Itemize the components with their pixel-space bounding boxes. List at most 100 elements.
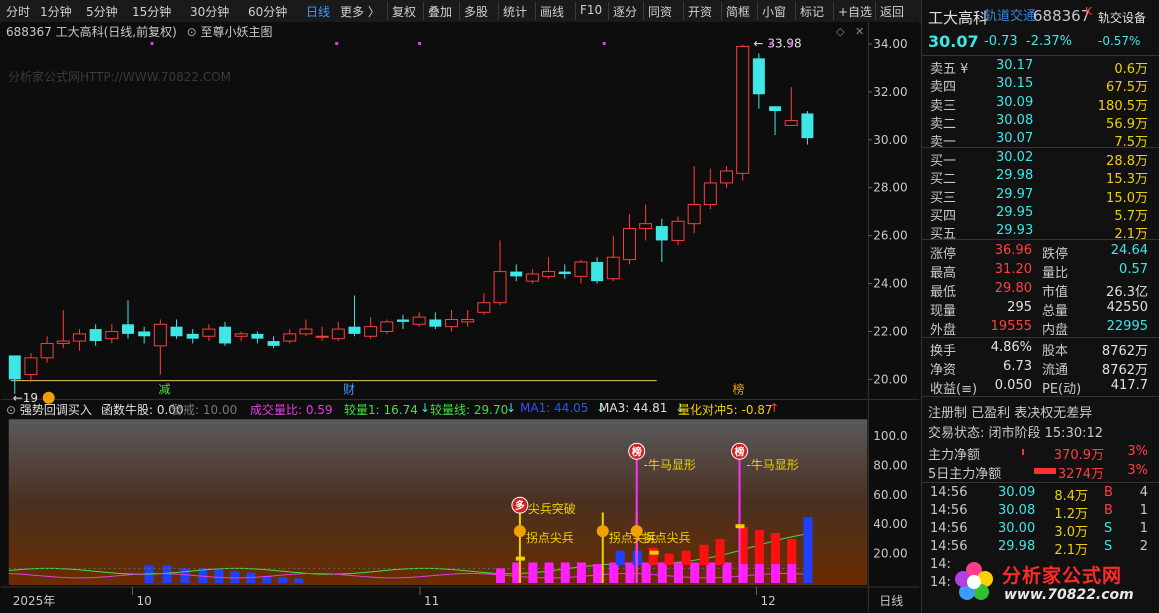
- indicator-bar: [593, 563, 603, 584]
- template-name[interactable]: 至尊小妖主图: [201, 25, 273, 39]
- toolbar-item[interactable]: 返回: [880, 3, 904, 20]
- toolbar-item[interactable]: 15分钟: [132, 3, 171, 20]
- sector-name[interactable]: 轨交设备: [1098, 9, 1146, 26]
- ask-price: 30.09: [996, 94, 1034, 110]
- ask-volume: 180.5万: [1097, 98, 1148, 114]
- indicator-header: ⊙ 强势回调买入 函数牛股: 0.00 警戒: 10.00 成交量比: 0.59 较量…: [6, 401, 779, 418]
- candle-body: [703, 182, 717, 205]
- stat-label: 市值: [1042, 285, 1069, 300]
- toolbar-separator: [423, 2, 424, 20]
- indicator-bar: [664, 553, 674, 565]
- stat-value: 22995: [1106, 319, 1148, 334]
- template-dropdown-icon[interactable]: ⊙: [187, 25, 197, 39]
- candle-body: [784, 120, 798, 126]
- kline-chart[interactable]: 100.080.0060.0040.0020.00榜 榜多-牛马显形 -牛马显形尖兵…: [0, 22, 920, 612]
- indicator-dropdown-icon[interactable]: ⊙: [6, 403, 16, 417]
- stat-value: 36.96: [994, 243, 1032, 258]
- toolbar-item[interactable]: 日线: [306, 3, 330, 20]
- netflow-label[interactable]: 5日主力净额: [928, 463, 1001, 482]
- diamond-icon[interactable]: ◇: [836, 25, 844, 38]
- stat-value: 8762万: [1101, 363, 1148, 378]
- toolbar-item[interactable]: 5分钟: [86, 3, 118, 20]
- toolbar-item[interactable]: 复权: [392, 3, 416, 20]
- marker-cai: 财: [343, 382, 355, 396]
- close-icon[interactable]: ✕: [855, 25, 864, 38]
- quote-code: 688367: [1033, 7, 1091, 25]
- candle-body: [234, 333, 248, 337]
- indicator-bar: [722, 562, 732, 584]
- stat-label: 现量: [930, 304, 957, 319]
- stat-label: 涨停: [930, 247, 957, 262]
- tick-price: 30.00: [998, 521, 1036, 536]
- indicator-bar: [754, 530, 764, 564]
- stat-value: 0.57: [1119, 262, 1148, 277]
- netflow-label[interactable]: 主力净额: [928, 444, 980, 463]
- indicator-bar: [715, 538, 725, 565]
- toolbar-item[interactable]: 多股: [464, 3, 488, 20]
- candle-body: [72, 333, 86, 342]
- bid-row: 买四 29.95 5.7万: [922, 205, 1159, 224]
- stat-value: 417.7: [1110, 378, 1148, 393]
- candle-body: [364, 326, 378, 337]
- period-label: 日线: [879, 594, 903, 608]
- candle-body: [461, 318, 475, 323]
- candle-body: [105, 330, 119, 340]
- toolbar-item[interactable]: F10: [580, 3, 602, 17]
- stat-value: 8762万: [1101, 344, 1148, 359]
- stat-value: 42550: [1106, 300, 1148, 315]
- candle-body: [429, 319, 442, 327]
- toolbar-item[interactable]: 1分钟: [40, 3, 72, 20]
- ask-label: 卖二: [930, 116, 957, 132]
- toolbar-item[interactable]: +自选: [838, 3, 872, 20]
- bid-price: 29.98: [996, 168, 1034, 184]
- toolbar-item[interactable]: 小窗: [762, 3, 786, 20]
- chart-title: 688367 工大高科(日线,前复权) ⊙ 至尊小妖主图: [6, 23, 273, 40]
- indicator-bar: [657, 562, 667, 584]
- tick-price: 29.98: [998, 539, 1036, 554]
- indicator-axis-label: 100.0: [873, 429, 907, 443]
- bid-label: 买四: [930, 208, 957, 224]
- toolbar-item[interactable]: 同资: [648, 3, 672, 20]
- tick-count: 1: [1139, 521, 1148, 536]
- candle-body: [687, 203, 701, 225]
- toolbar-item[interactable]: 画线: [540, 3, 564, 20]
- toolbar-item[interactable]: 标记: [800, 3, 824, 20]
- netflow-pct: 3%: [1127, 463, 1148, 478]
- candle-body: [89, 329, 102, 342]
- high-price-label: ← 33.98: [754, 36, 802, 50]
- toolbar-item[interactable]: 30分钟: [190, 3, 229, 20]
- signal-dot: [789, 41, 793, 45]
- candle-body: [331, 328, 345, 340]
- toolbar-item[interactable]: 叠加: [428, 3, 452, 20]
- candle-body: [138, 331, 151, 337]
- tick-price: 30.09: [998, 485, 1036, 500]
- toolbar-item[interactable]: 开资: [688, 3, 712, 20]
- ask-price: 30.08: [996, 112, 1034, 128]
- candle-body: [769, 106, 782, 112]
- candle-body: [736, 45, 750, 174]
- stat-value: 0.050: [994, 378, 1032, 393]
- candle-body: [510, 271, 523, 277]
- candle-body: [315, 335, 329, 338]
- stat-value: 19555: [990, 319, 1032, 334]
- toolbar-separator: [387, 2, 388, 20]
- ask-label: 卖三: [930, 98, 957, 114]
- indicator-name[interactable]: 强势回调买入: [20, 403, 92, 417]
- stat-label: PE(动): [1042, 382, 1082, 397]
- candle-body: [622, 227, 636, 261]
- indicator-axis-label: 80.00: [873, 458, 907, 472]
- toolbar-item[interactable]: 更多 〉: [340, 3, 380, 20]
- candle-body: [412, 316, 426, 325]
- toolbar-item[interactable]: 逐分: [613, 3, 637, 20]
- toolbar-item[interactable]: 统计: [503, 3, 527, 20]
- candle-body: [493, 271, 507, 304]
- quote-change-pct: -2.37%: [1026, 34, 1072, 49]
- candle-body: [542, 271, 556, 277]
- candle-body: [671, 220, 685, 241]
- toolbar-item[interactable]: 分时: [6, 3, 30, 20]
- toolbar-item[interactable]: 简框: [726, 3, 750, 20]
- quote-panel: 工大高科 轨道交通 688367 K 轨交设备 30.07 -0.73 -2.3…: [921, 0, 1159, 613]
- toolbar-item[interactable]: 60分钟: [248, 3, 287, 20]
- tick-volume: 2.1万: [1054, 543, 1088, 558]
- stat-value: 29.80: [994, 281, 1032, 296]
